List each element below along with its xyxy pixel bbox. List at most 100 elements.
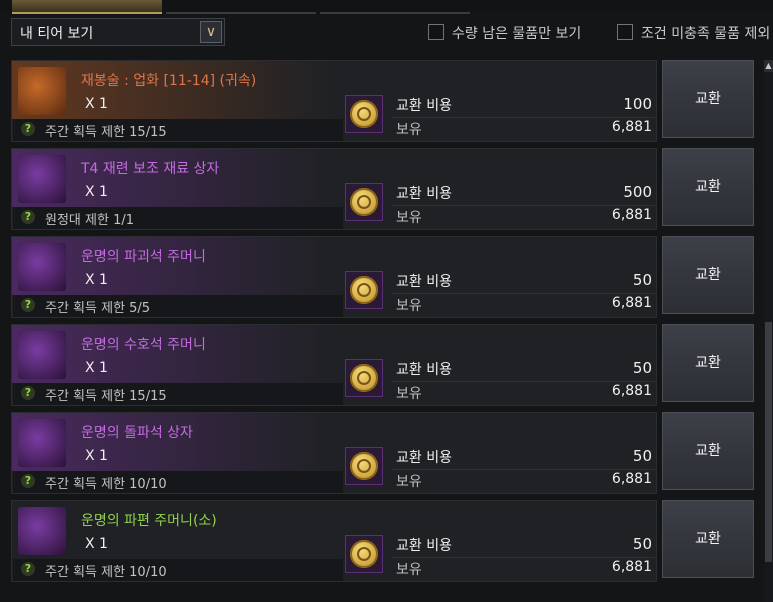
item-quantity: X 1 bbox=[85, 96, 108, 112]
purchase-limit-text: 원정대 제한 1/1 bbox=[45, 213, 134, 228]
exchange-button[interactable]: 교환 bbox=[662, 60, 754, 138]
cost-label: 교환 비용 bbox=[396, 98, 452, 114]
tier-dropdown-label: 내 티어 보기 bbox=[20, 26, 94, 42]
item-icon[interactable] bbox=[18, 243, 66, 291]
purchase-limit-text: 주간 획득 제한 10/10 bbox=[45, 565, 167, 580]
purchase-limit-bar: ? 원정대 제한 1/1 bbox=[13, 207, 343, 229]
item-quantity: X 1 bbox=[85, 448, 108, 464]
owned-value: 6,881 bbox=[611, 383, 652, 399]
coin-icon bbox=[350, 452, 378, 480]
currency-icon-box bbox=[345, 95, 383, 133]
cost-label: 교환 비용 bbox=[396, 186, 452, 202]
scroll-up-icon[interactable]: ▲ bbox=[764, 60, 773, 72]
help-icon[interactable]: ? bbox=[21, 386, 35, 400]
item-card: 재봉술 : 업화 [11-14] (귀속) X 1? 주간 획득 제한 15/15 교… bbox=[11, 60, 657, 142]
tier-dropdown[interactable]: 내 티어 보기 ∨ bbox=[11, 18, 225, 46]
purchase-limit-bar: ? 주간 획득 제한 15/15 bbox=[13, 119, 343, 141]
item-name: 운명의 돌파석 상자 bbox=[81, 425, 193, 441]
exchange-button[interactable]: 교환 bbox=[662, 500, 754, 578]
cost-value: 50 bbox=[632, 359, 652, 377]
owned-label: 보유 bbox=[396, 562, 422, 578]
exclude-unmet-label[interactable]: 조건 미충족 물품 제외 bbox=[641, 23, 770, 43]
list-item: 운명의 파편 주머니(소) X 1? 주간 획득 제한 10/10 교환 비용 50 보유… bbox=[11, 500, 763, 582]
remaining-only-checkbox[interactable] bbox=[428, 24, 444, 40]
currency-icon-box bbox=[345, 183, 383, 221]
currency-icon-box bbox=[345, 271, 383, 309]
purchase-limit-text: 주간 획득 제한 10/10 bbox=[45, 477, 167, 492]
item-card: T4 재련 보조 재료 상자 X 1? 원정대 제한 1/1 교환 비용 500 보유 6,… bbox=[11, 148, 657, 230]
exchange-button[interactable]: 교환 bbox=[662, 148, 754, 226]
purchase-limit-bar: ? 주간 획득 제한 10/10 bbox=[13, 471, 343, 493]
item-quantity: X 1 bbox=[85, 184, 108, 200]
cost-value: 100 bbox=[623, 95, 652, 113]
item-icon[interactable] bbox=[18, 67, 66, 115]
help-icon[interactable]: ? bbox=[21, 562, 35, 576]
exclude-unmet-checkbox[interactable] bbox=[617, 24, 633, 40]
item-name: 재봉술 : 업화 [11-14] (귀속) bbox=[81, 73, 257, 89]
owned-value: 6,881 bbox=[611, 471, 652, 487]
item-quantity: X 1 bbox=[85, 272, 108, 288]
purchase-limit-bar: ? 주간 획득 제한 15/15 bbox=[13, 383, 343, 405]
tab-active[interactable] bbox=[12, 0, 162, 14]
owned-value: 6,881 bbox=[611, 295, 652, 311]
help-icon[interactable]: ? bbox=[21, 474, 35, 488]
scroll-thumb[interactable] bbox=[765, 322, 772, 562]
item-card: 운명의 수호석 주머니 X 1? 주간 획득 제한 15/15 교환 비용 50 보유 6,… bbox=[11, 324, 657, 406]
currency-icon-box bbox=[345, 535, 383, 573]
list-item: 운명의 돌파석 상자 X 1? 주간 획득 제한 10/10 교환 비용 50 보유 6,8… bbox=[11, 412, 763, 494]
purchase-limit-bar: ? 주간 획득 제한 5/5 bbox=[13, 295, 343, 317]
help-icon[interactable]: ? bbox=[21, 122, 35, 136]
divider bbox=[391, 117, 655, 118]
list-item: 재봉술 : 업화 [11-14] (귀속) X 1? 주간 획득 제한 15/15 교… bbox=[11, 60, 763, 142]
cost-label: 교환 비용 bbox=[396, 450, 452, 466]
coin-icon bbox=[350, 364, 378, 392]
coin-icon bbox=[350, 100, 378, 128]
item-name: 운명의 파편 주머니(소) bbox=[81, 513, 217, 529]
coin-icon bbox=[350, 188, 378, 216]
cost-value: 500 bbox=[623, 183, 652, 201]
item-quantity: X 1 bbox=[85, 360, 108, 376]
purchase-limit-text: 주간 획득 제한 15/15 bbox=[45, 125, 167, 140]
item-icon[interactable] bbox=[18, 331, 66, 379]
currency-icon-box bbox=[345, 359, 383, 397]
cost-label: 교환 비용 bbox=[396, 538, 452, 554]
purchase-limit-text: 주간 획득 제한 15/15 bbox=[45, 389, 167, 404]
exchange-button[interactable]: 교환 bbox=[662, 412, 754, 490]
exchange-button[interactable]: 교환 bbox=[662, 236, 754, 314]
item-icon[interactable] bbox=[18, 155, 66, 203]
cost-label: 교환 비용 bbox=[396, 274, 452, 290]
chevron-down-icon[interactable]: ∨ bbox=[200, 21, 222, 43]
owned-label: 보유 bbox=[396, 386, 422, 402]
owned-value: 6,881 bbox=[611, 559, 652, 575]
help-icon[interactable]: ? bbox=[21, 210, 35, 224]
tab-3[interactable] bbox=[320, 0, 470, 14]
top-tab-bar bbox=[0, 0, 773, 14]
exchange-button[interactable]: 교환 bbox=[662, 324, 754, 402]
purchase-limit-text: 주간 획득 제한 5/5 bbox=[45, 301, 151, 316]
item-name: T4 재련 보조 재료 상자 bbox=[81, 161, 220, 177]
item-name: 운명의 수호석 주머니 bbox=[81, 337, 206, 353]
divider bbox=[391, 381, 655, 382]
list-item: 운명의 파괴석 주머니 X 1? 주간 획득 제한 5/5 교환 비용 50 보유 6,88… bbox=[11, 236, 763, 318]
owned-label: 보유 bbox=[396, 298, 422, 314]
item-card: 운명의 파편 주머니(소) X 1? 주간 획득 제한 10/10 교환 비용 50 보유… bbox=[11, 500, 657, 582]
item-icon[interactable] bbox=[18, 507, 66, 555]
scrollbar[interactable]: ▲ bbox=[764, 60, 773, 602]
purchase-limit-bar: ? 주간 획득 제한 10/10 bbox=[13, 559, 343, 581]
cost-value: 50 bbox=[632, 447, 652, 465]
tab-2[interactable] bbox=[166, 0, 316, 14]
cost-label: 교환 비용 bbox=[396, 362, 452, 378]
owned-label: 보유 bbox=[396, 210, 422, 226]
help-icon[interactable]: ? bbox=[21, 298, 35, 312]
remaining-only-label[interactable]: 수량 남은 물품만 보기 bbox=[452, 23, 581, 43]
item-icon[interactable] bbox=[18, 419, 66, 467]
owned-label: 보유 bbox=[396, 122, 422, 138]
owned-value: 6,881 bbox=[611, 119, 652, 135]
owned-label: 보유 bbox=[396, 474, 422, 490]
item-quantity: X 1 bbox=[85, 536, 108, 552]
divider bbox=[391, 293, 655, 294]
cost-value: 50 bbox=[632, 271, 652, 289]
cost-value: 50 bbox=[632, 535, 652, 553]
divider bbox=[391, 557, 655, 558]
item-name: 운명의 파괴석 주머니 bbox=[81, 249, 206, 265]
